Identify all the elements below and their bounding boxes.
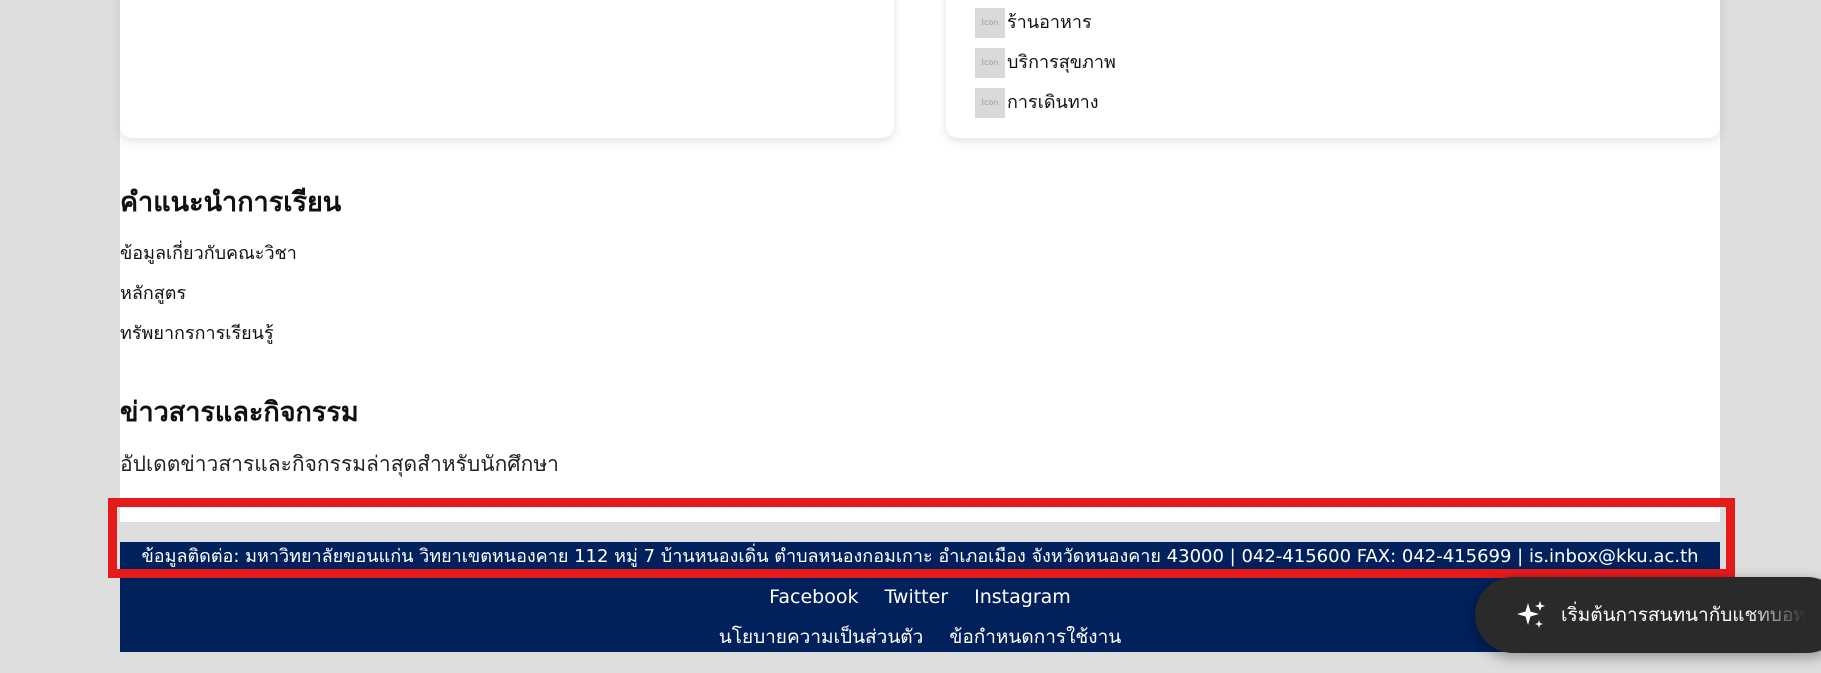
service-label: บริการสุขภาพ [1007,52,1116,73]
link-curriculum[interactable]: หลักสูตร [120,274,297,314]
travel-icon: Icon [975,88,1005,118]
footer-contact: ข้อมูลติดต่อ: มหาวิทยาลัยขอนแก่น วิทยาเข… [141,546,1699,567]
info-card-left [120,0,894,138]
chatbot-button[interactable]: เริ่มต้นการสนทนากับแชทบอท [1475,577,1821,653]
instagram-link[interactable]: Instagram [974,582,1071,612]
main-content: Icon ร้านอาหาร Icon บริการสุขภาพ Icon กา… [120,0,1720,522]
study-guide-links: ข้อมูลเกี่ยวกับคณะวิชา หลักสูตร ทรัพยากร… [120,234,297,354]
twitter-link[interactable]: Twitter [884,582,948,612]
facebook-link[interactable]: Facebook [769,582,858,612]
services-list: Icon ร้านอาหาร Icon บริการสุขภาพ Icon กา… [975,0,1116,120]
services-card: Icon ร้านอาหาร Icon บริการสุขภาพ Icon กา… [946,0,1720,138]
link-faculty-info[interactable]: ข้อมูลเกี่ยวกับคณะวิชา [120,234,297,274]
sparkle-icon [1517,601,1545,628]
restaurant-icon: Icon [975,8,1005,38]
study-guide-title: คำแนะนำการเรียน [120,187,342,218]
health-icon: Icon [975,48,1005,78]
link-learning-resources[interactable]: ทรัพยากรการเรียนรู้ [120,314,297,354]
service-item-health[interactable]: Icon บริการสุขภาพ [975,46,1116,80]
service-item-restaurant[interactable]: Icon ร้านอาหาร [975,6,1116,40]
service-label: ร้านอาหาร [1007,12,1092,33]
news-title: ข่าวสารและกิจกรรม [120,397,359,428]
service-label: การเดินทาง [1007,92,1099,113]
terms-of-use-link[interactable]: ข้อกำหนดการใช้งาน [949,622,1121,652]
chatbot-label: เริ่มต้นการสนทนากับแชทบอท [1561,604,1806,626]
news-description: อัปเดตข่าวสารและกิจกรรมล่าสุดสำหรับนักศึ… [120,452,559,476]
service-item-travel[interactable]: Icon การเดินทาง [975,86,1116,120]
privacy-policy-link[interactable]: นโยบายความเป็นส่วนตัว [719,622,924,652]
